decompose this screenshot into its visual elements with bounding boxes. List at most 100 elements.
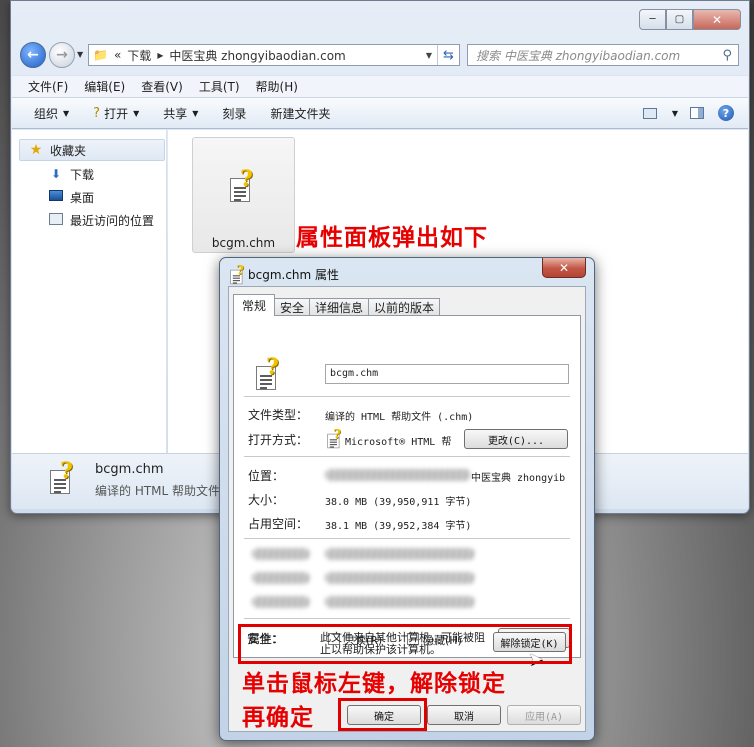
view-options-icon[interactable]	[642, 107, 657, 119]
folder-icon: 📁	[93, 48, 108, 62]
redacted-value	[325, 548, 475, 560]
refresh-icon[interactable]: ⇆	[437, 45, 459, 65]
burn-label: 刻录	[222, 106, 247, 121]
arrow-left-icon: ←	[27, 47, 39, 63]
organize-button[interactable]: 组织 ▼	[12, 105, 81, 122]
new-folder-button[interactable]: 新建文件夹	[258, 105, 342, 122]
annotation-bottom-line2: 再确定	[242, 705, 314, 731]
open-button[interactable]: ? 打开 ▼	[81, 105, 151, 122]
menu-tools[interactable]: 工具(T)	[191, 78, 248, 95]
tab-general[interactable]: 常规	[233, 294, 276, 316]
filename-field[interactable]: bcgm.chm	[325, 364, 569, 384]
redacted-label	[252, 548, 310, 560]
navigation-pane: ★ 收藏夹 ⬇ 下载 桌面 最近访问的位置	[12, 130, 167, 453]
chm-file-icon: ?	[46, 458, 78, 496]
redacted-label	[252, 596, 310, 608]
opens-with-label: 打开方式：	[248, 433, 309, 447]
change-button[interactable]: 更改(C)...	[464, 429, 568, 449]
search-placeholder: 搜索 中医宝典 zhongyibaodian.com	[476, 48, 681, 63]
divider	[244, 538, 570, 539]
minimize-button[interactable]: ─	[639, 9, 666, 30]
dialog-close-button[interactable]: ✕	[542, 258, 586, 278]
breadcrumb-separator[interactable]: ▸	[157, 48, 163, 62]
back-button[interactable]: ←	[20, 42, 46, 68]
opens-with-app-icon: ?	[325, 427, 341, 449]
nav-item-desktop[interactable]: 桌面	[48, 186, 94, 208]
toolbar-right-group: ▼ ?	[642, 105, 748, 121]
recent-places-icon	[48, 212, 64, 228]
arrow-right-icon: →	[56, 47, 68, 63]
apply-button[interactable]: 应用(A)	[507, 705, 581, 725]
caption-buttons: ─ ▢ ✕	[639, 9, 741, 30]
type-label: 文件类型：	[248, 408, 309, 422]
nav-favorites[interactable]: ★ 收藏夹	[19, 139, 165, 161]
address-bar[interactable]: 📁 « 下载 ▸ 中医宝典 zhongyibaodian.com ▼ ⇆	[88, 44, 460, 66]
annotation-top: 属性面板弹出如下	[296, 225, 488, 251]
tab-previous-versions[interactable]: 以前的版本	[368, 298, 441, 316]
tab-security[interactable]: 安全	[274, 298, 311, 316]
annotation-bottom-line1: 单击鼠标左键，解除锁定	[242, 671, 506, 697]
tab-strip: 常规 安全 详细信息 以前的版本	[233, 294, 441, 316]
chm-file-icon: ?	[252, 354, 284, 392]
redacted-value	[325, 596, 475, 608]
forward-button[interactable]: →	[49, 42, 75, 68]
search-input[interactable]: 搜索 中医宝典 zhongyibaodian.com ⚲	[467, 44, 739, 66]
size-value: 38.0 MB (39,950,911 字节)	[325, 497, 472, 508]
file-item[interactable]: ? bcgm.chm	[192, 137, 295, 253]
search-icon[interactable]: ⚲	[722, 48, 732, 63]
star-icon: ★	[29, 142, 43, 158]
chm-file-icon: ?	[226, 166, 258, 204]
redacted-label	[252, 572, 310, 584]
menu-file[interactable]: 文件(F)	[12, 78, 76, 95]
menu-help[interactable]: 帮助(H)	[248, 78, 306, 95]
recent-pages-dropdown[interactable]: ▼	[77, 50, 83, 59]
help-icon[interactable]: ?	[718, 105, 734, 121]
address-overflow[interactable]: «	[114, 48, 121, 62]
nav-item-recent-places[interactable]: 最近访问的位置	[48, 209, 154, 231]
location-value: 中医宝典 zhongyib	[471, 473, 566, 484]
breadcrumb-current-folder[interactable]: 中医宝典 zhongyibaodian.com	[169, 47, 345, 64]
organize-label: 组织	[34, 106, 59, 121]
cancel-button[interactable]: 取消	[427, 705, 501, 725]
size-label: 大小：	[248, 493, 285, 507]
chevron-down-icon: ▼	[192, 108, 199, 118]
download-icon: ⬇	[50, 167, 62, 181]
details-file-name: bcgm.chm	[95, 462, 164, 477]
chevron-down-icon[interactable]: ▼	[672, 109, 678, 118]
divider	[244, 618, 570, 619]
desktop-icon	[48, 190, 64, 204]
close-button[interactable]: ✕	[693, 9, 741, 30]
nav-item-downloads[interactable]: ⬇ 下载	[48, 163, 94, 185]
menu-bar: 文件(F) 编辑(E) 查看(V) 工具(T) 帮助(H)	[12, 75, 748, 97]
redacted-value	[325, 572, 475, 584]
chm-file-icon: ?	[325, 427, 341, 449]
new-folder-label: 新建文件夹	[270, 106, 331, 121]
nav-item-label: 最近访问的位置	[70, 213, 155, 228]
share-button[interactable]: 共享 ▼	[151, 105, 210, 122]
nav-item-label: 下载	[70, 167, 95, 182]
size-on-disk-value: 38.1 MB (39,952,384 字节)	[325, 521, 472, 532]
menu-edit[interactable]: 编辑(E)	[76, 78, 133, 95]
type-value: 编译的 HTML 帮助文件 (.chm)	[325, 412, 474, 423]
open-label: 打开	[104, 106, 129, 121]
divider	[244, 396, 570, 397]
divider	[244, 456, 570, 457]
nav-item-label: 桌面	[70, 190, 95, 205]
help-file-icon: ?	[93, 105, 101, 121]
menu-view[interactable]: 查看(V)	[133, 78, 191, 95]
share-label: 共享	[163, 106, 188, 121]
tab-details[interactable]: 详细信息	[309, 298, 370, 316]
burn-button[interactable]: 刻录	[210, 105, 258, 122]
dialog-title: bcgm.chm 属性	[248, 268, 340, 282]
details-file-type: 编译的 HTML 帮助文件	[95, 484, 221, 498]
breadcrumb-downloads[interactable]: 下载	[127, 47, 151, 64]
location-label: 位置：	[248, 469, 285, 483]
preview-pane-icon[interactable]	[690, 107, 704, 119]
general-tab-page: ? bcgm.chm 文件类型： 编译的 HTML 帮助文件 (.chm) 打开…	[233, 315, 581, 658]
chevron-down-icon: ▼	[63, 108, 70, 118]
command-bar: 组织 ▼ ? 打开 ▼ 共享 ▼ 刻录 新建文件夹 ▼ ?	[12, 97, 748, 129]
chevron-down-icon: ▼	[77, 50, 84, 59]
maximize-button[interactable]: ▢	[666, 9, 693, 30]
redacted-location	[325, 469, 471, 481]
chevron-down-icon[interactable]: ▼	[421, 51, 437, 60]
